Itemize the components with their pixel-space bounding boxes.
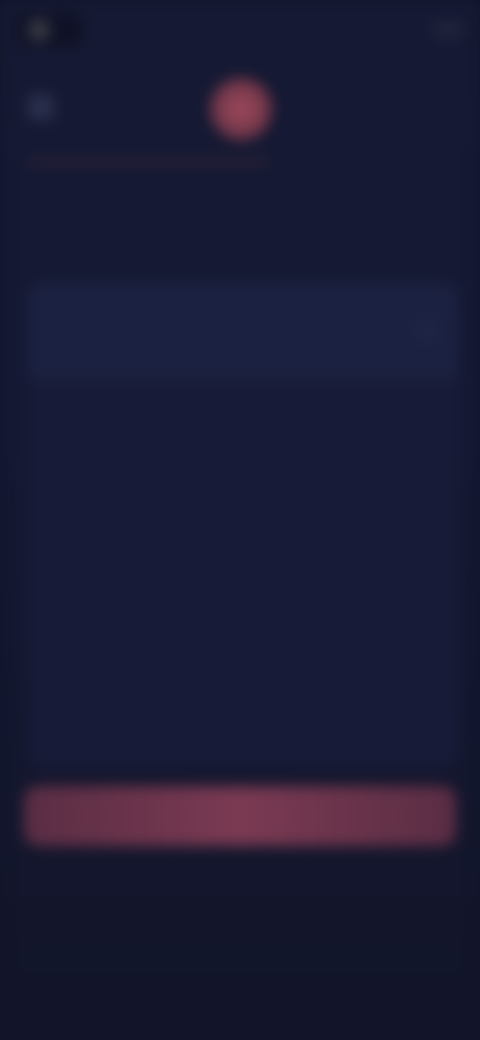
option-item[interactable] [28,476,458,573]
option-item[interactable] [28,670,458,767]
top-bar [16,10,464,50]
app-screen [0,0,480,1040]
radio-circle-icon[interactable] [416,320,436,340]
logo-icon [28,19,50,41]
brand[interactable] [16,13,82,47]
option-item[interactable] [28,573,458,670]
continue-button[interactable] [24,786,456,846]
options-list [28,282,458,767]
progress-bar [28,160,268,163]
avatar [210,78,272,140]
option-item[interactable] [28,379,458,476]
top-right-button[interactable] [432,22,464,38]
option-item[interactable] [28,282,458,379]
back-arrow-icon[interactable] [28,94,54,120]
